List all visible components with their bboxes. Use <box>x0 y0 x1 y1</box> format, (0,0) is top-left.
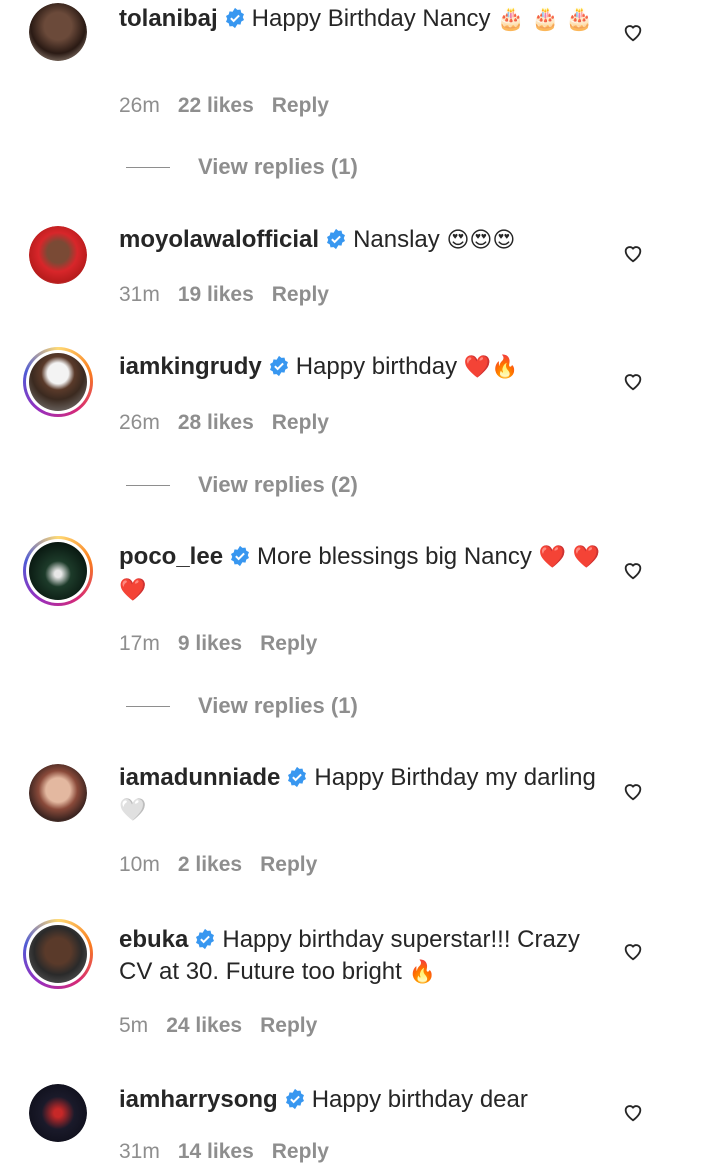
comment-meta: 10m 2 likes Reply <box>119 853 335 877</box>
username[interactable]: moyolawalofficial <box>119 226 319 253</box>
timestamp: 31m <box>119 1140 160 1163</box>
reply-button[interactable]: Reply <box>260 632 317 655</box>
divider <box>126 484 170 486</box>
emoji: 🎂 🎂 🎂 <box>497 7 594 32</box>
reply-button[interactable]: Reply <box>260 853 317 876</box>
emoji: 🤍 <box>119 798 147 823</box>
comment-text: iamharrysong Happy birthday dear <box>119 1084 609 1116</box>
comment-body: Happy birthday dear <box>311 1086 528 1113</box>
timestamp: 17m <box>119 632 160 655</box>
reply-button[interactable]: Reply <box>272 1140 329 1163</box>
likes-count[interactable]: 24 likes <box>166 1014 242 1037</box>
view-replies-button[interactable]: View replies (1) <box>126 693 358 719</box>
verified-badge-icon <box>285 1088 304 1110</box>
likes-count[interactable]: 9 likes <box>178 632 242 655</box>
comment-text: poco_lee More blessings big Nancy ❤️ ❤️❤️ <box>119 541 609 607</box>
timestamp: 26m <box>119 94 160 117</box>
comment-body: Happy Birthday Nancy <box>251 5 491 32</box>
emoji: ❤️🔥 <box>463 355 519 380</box>
heart-outline-icon[interactable] <box>622 559 644 581</box>
comment-text: iamadunniade Happy Birthday my darling 🤍 <box>119 762 609 827</box>
likes-count[interactable]: 28 likes <box>178 411 254 434</box>
comment-body: Happy birthday <box>295 353 458 380</box>
reply-button[interactable]: Reply <box>272 283 329 306</box>
divider <box>126 705 170 707</box>
emoji: 🔥 <box>408 960 436 985</box>
verified-badge-icon <box>288 766 307 788</box>
view-replies-button[interactable]: View replies (1) <box>126 154 358 180</box>
comment-body: Nanslay <box>353 226 440 253</box>
verified-badge-icon <box>269 355 288 377</box>
timestamp: 10m <box>119 853 160 876</box>
likes-count[interactable]: 22 likes <box>178 94 254 117</box>
avatar[interactable] <box>29 226 87 284</box>
timestamp: 26m <box>119 411 160 434</box>
heart-outline-icon[interactable] <box>622 242 644 264</box>
username[interactable]: iamadunniade <box>119 764 280 791</box>
username[interactable]: poco_lee <box>119 543 223 570</box>
heart-outline-icon[interactable] <box>622 780 644 802</box>
comment-text: ebuka Happy birthday superstar!!! Crazy C… <box>119 924 609 989</box>
avatar[interactable] <box>29 764 87 822</box>
comment-text: tolanibaj Happy Birthday Nancy 🎂 🎂 🎂 <box>119 3 609 36</box>
likes-count[interactable]: 19 likes <box>178 283 254 306</box>
reply-button[interactable]: Reply <box>260 1014 317 1037</box>
timestamp: 5m <box>119 1014 149 1037</box>
comment-meta: 31m 14 likes Reply <box>119 1140 347 1164</box>
avatar[interactable] <box>23 347 93 417</box>
comment-meta: 26m 22 likes Reply <box>119 94 347 118</box>
avatar[interactable] <box>23 536 93 606</box>
avatar[interactable] <box>29 3 87 61</box>
verified-badge-icon <box>225 7 244 29</box>
timestamp: 31m <box>119 283 160 306</box>
view-replies-label: View replies (1) <box>198 154 358 179</box>
comment-body: More blessings big Nancy <box>257 543 532 570</box>
verified-badge-icon <box>327 228 346 250</box>
username[interactable]: iamharrysong <box>119 1086 278 1113</box>
avatar[interactable] <box>29 1084 87 1142</box>
heart-outline-icon[interactable] <box>622 370 644 392</box>
avatar[interactable] <box>23 919 93 989</box>
comment-meta: 31m 19 likes Reply <box>119 283 347 307</box>
view-replies-label: View replies (2) <box>198 472 358 497</box>
username[interactable]: iamkingrudy <box>119 353 262 380</box>
reply-button[interactable]: Reply <box>272 94 329 117</box>
comment-meta: 26m 28 likes Reply <box>119 411 347 435</box>
likes-count[interactable]: 2 likes <box>178 853 242 876</box>
username[interactable]: tolanibaj <box>119 5 218 32</box>
divider <box>126 166 170 168</box>
emoji: 😍😍😍 <box>446 228 516 253</box>
view-replies-button[interactable]: View replies (2) <box>126 472 358 498</box>
reply-button[interactable]: Reply <box>272 411 329 434</box>
heart-outline-icon[interactable] <box>622 1101 644 1123</box>
verified-badge-icon <box>196 928 215 950</box>
view-replies-label: View replies (1) <box>198 693 358 718</box>
verified-badge-icon <box>231 545 250 567</box>
heart-outline-icon[interactable] <box>622 940 644 962</box>
heart-outline-icon[interactable] <box>622 21 644 43</box>
comment-body: Happy Birthday my darling <box>314 764 596 791</box>
likes-count[interactable]: 14 likes <box>178 1140 254 1163</box>
comment-text: moyolawalofficial Nanslay 😍😍😍 <box>119 224 609 257</box>
comment-text: iamkingrudy Happy birthday ❤️🔥 <box>119 351 609 384</box>
comment-meta: 5m 24 likes Reply <box>119 1014 335 1038</box>
comment-meta: 17m 9 likes Reply <box>119 632 335 656</box>
username[interactable]: ebuka <box>119 926 188 953</box>
